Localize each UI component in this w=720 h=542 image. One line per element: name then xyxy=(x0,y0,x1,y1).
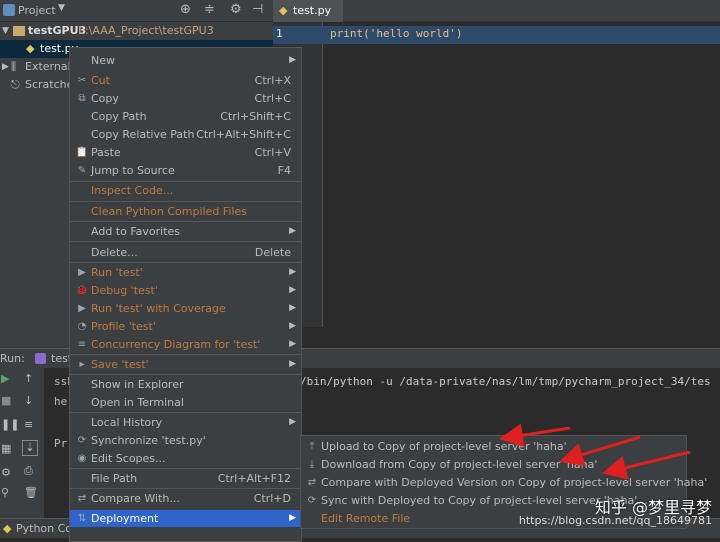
watermark-url: https://blog.csdn.net/qq_18649781 xyxy=(518,514,712,527)
annotation-arrows xyxy=(499,423,691,480)
annotation-arrow xyxy=(499,423,571,448)
annotation-arrow xyxy=(559,435,641,467)
annotation-arrow xyxy=(602,450,691,480)
